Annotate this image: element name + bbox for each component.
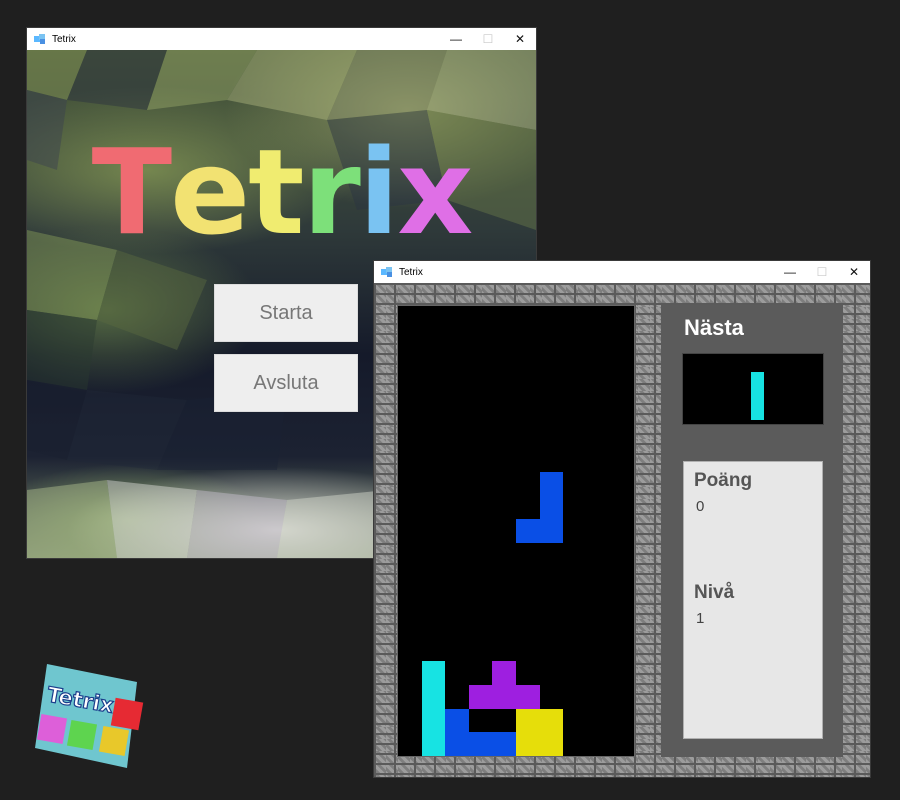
board-block-j (516, 519, 540, 543)
score-label: Poäng (694, 470, 753, 491)
next-piece-i (751, 372, 764, 420)
board-block-o (539, 732, 564, 756)
close-button[interactable]: ✕ (504, 28, 536, 50)
board-block-t (516, 684, 540, 709)
game-board[interactable] (397, 305, 635, 757)
logo-letter: r (302, 123, 361, 261)
brick-wall-background: Nästa Poäng 0 Nivå 1 (374, 283, 870, 777)
logo-letter: t (248, 123, 304, 261)
tetrix-app-logo: Tetrix (35, 660, 145, 770)
board-block-j (445, 708, 469, 733)
minimize-button[interactable]: — (440, 28, 472, 50)
next-piece-preview (682, 353, 824, 425)
close-button[interactable]: ✕ (838, 261, 870, 283)
tetrix-title-logo: Tetrix (27, 123, 536, 261)
board-block-i (421, 732, 446, 756)
board-block-j (539, 495, 564, 520)
board-block-i (421, 661, 446, 685)
board-block-i (421, 708, 446, 733)
board-block-j (445, 732, 469, 756)
quit-button[interactable]: Avsluta (214, 354, 358, 412)
logo-letter: x (397, 123, 473, 261)
logo-letter: T (91, 123, 172, 261)
logo-letter: i (358, 123, 399, 261)
board-block-j (539, 519, 564, 543)
side-panel: Nästa Poäng 0 Nivå 1 (661, 305, 843, 757)
board-block-o (516, 708, 540, 733)
tetrix-logo-graphic: Tetrix (35, 664, 144, 768)
maximize-button[interactable]: ☐ (806, 261, 838, 283)
level-value: 1 (696, 610, 705, 627)
window-title: Tetrix (399, 266, 423, 278)
board-block-t (492, 684, 516, 709)
tetrix-app-icon (34, 34, 46, 44)
board-block-j (468, 732, 493, 756)
board-block-t (492, 661, 516, 685)
game-window: Tetrix — ☐ ✕ Nästa Poäng 0 Nivå 1 (374, 261, 870, 777)
next-label: Nästa (684, 315, 744, 340)
start-button[interactable]: Starta (214, 284, 358, 342)
level-label: Nivå (694, 582, 735, 603)
board-block-o (516, 732, 540, 756)
minimize-button[interactable]: — (774, 261, 806, 283)
logo-letter: e (170, 123, 250, 261)
maximize-button[interactable]: ☐ (472, 28, 504, 50)
tetrix-app-icon (381, 267, 393, 277)
board-block-o (539, 708, 564, 733)
window-title: Tetrix (52, 33, 76, 45)
menu-window-titlebar[interactable]: Tetrix — ☐ ✕ (27, 28, 536, 50)
game-window-titlebar[interactable]: Tetrix — ☐ ✕ (374, 261, 870, 283)
board-block-j (539, 471, 564, 496)
score-value: 0 (696, 498, 705, 515)
board-block-i (421, 684, 446, 709)
stats-box: Poäng 0 Nivå 1 (683, 461, 823, 739)
board-block-t (468, 684, 493, 709)
board-block-j (492, 732, 516, 756)
